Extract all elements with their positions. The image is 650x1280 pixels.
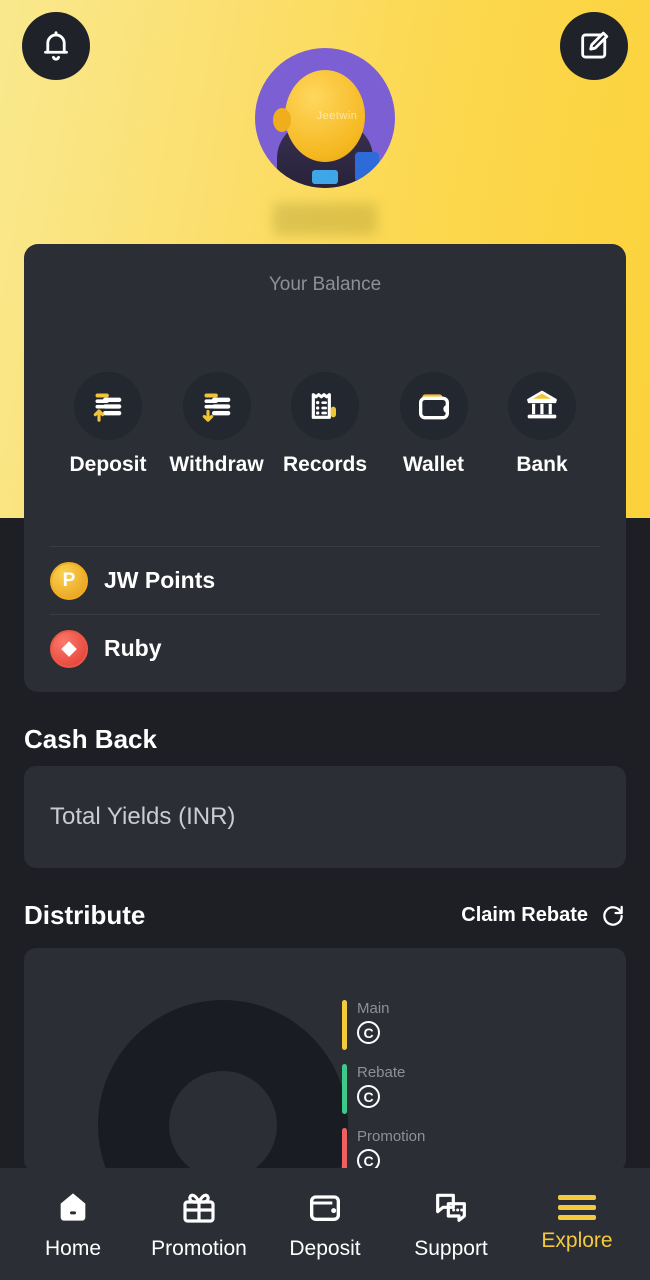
- coin-row-jw-points[interactable]: P JW Points: [50, 546, 600, 614]
- action-records-label: Records: [282, 453, 368, 476]
- avatar-badge: [312, 170, 338, 184]
- avatar-device: [355, 152, 379, 182]
- chart-legend: Main C Rebate C Promotion C: [342, 1000, 425, 1172]
- nav-item-support[interactable]: Support: [392, 1188, 510, 1261]
- legend-label: Promotion: [357, 1128, 426, 1145]
- gift-icon: [183, 1193, 215, 1223]
- action-deposit-icon-wrap: [74, 372, 142, 440]
- action-withdraw[interactable]: Withdraw: [169, 372, 264, 477]
- currency-icon: C: [357, 1085, 380, 1108]
- action-deposit[interactable]: Deposit: [62, 372, 154, 477]
- cashback-title: Cash Back: [24, 724, 157, 754]
- legend-text-main: Main C: [357, 1000, 390, 1050]
- money-stack-up-icon: [93, 393, 122, 422]
- legend-label: Main: [357, 1000, 390, 1017]
- wallet-icon: [418, 394, 449, 420]
- nav-label: Support: [414, 1236, 488, 1260]
- bank-icon: [527, 390, 557, 419]
- action-withdraw-icon-wrap: [182, 372, 251, 440]
- action-wallet[interactable]: Wallet: [388, 372, 480, 477]
- edit-profile-icon: [581, 31, 609, 59]
- chat-icon: [436, 1193, 466, 1222]
- action-bank-label: Bank: [516, 453, 568, 476]
- nav-label: Promotion: [151, 1236, 247, 1260]
- nav-label: Home: [44, 1236, 102, 1260]
- total-yields-box[interactable]: Total Yields (INR): [24, 766, 626, 868]
- profile-screen: Jeetwin Your Balance Deposit Withdraw Re…: [0, 0, 650, 1280]
- menu-line: [558, 1215, 596, 1220]
- notifications-button[interactable]: [22, 12, 90, 80]
- quick-actions: Deposit Withdraw Records Wallet Bank: [24, 296, 626, 477]
- distribute-title: Distribute: [24, 900, 146, 930]
- bell-icon: [44, 31, 68, 61]
- nav-item-deposit[interactable]: Deposit: [266, 1188, 384, 1261]
- balance-title: Your Balance: [268, 274, 382, 295]
- action-bank-icon-wrap: [508, 372, 576, 440]
- menu-line: [558, 1205, 596, 1210]
- username-masked: [273, 203, 377, 235]
- menu-line: [558, 1195, 596, 1200]
- distribute-chart-card: Main C Rebate C Promotion C: [24, 948, 626, 1172]
- legend-label: Rebate: [357, 1064, 406, 1081]
- nav-item-explore[interactable]: Explore: [518, 1195, 636, 1253]
- money-stack-down-icon: [202, 393, 230, 422]
- legend-swatch-promotion: [342, 1128, 347, 1172]
- coin-label: Ruby: [104, 635, 162, 661]
- coin-balance-list: P JW Points ◆ Ruby: [50, 546, 600, 682]
- wallet-icon: [310, 1194, 340, 1221]
- home-icon: [60, 1192, 86, 1221]
- legend-item-main[interactable]: Main C: [342, 1000, 425, 1050]
- legend-swatch-main: [342, 1000, 347, 1050]
- ruby-gem-icon: ◆: [50, 629, 88, 668]
- coin-label: JW Points: [104, 567, 216, 593]
- claim-rebate-button[interactable]: Claim Rebate: [461, 903, 626, 929]
- refresh-icon: [603, 905, 623, 926]
- legend-item-rebate[interactable]: Rebate C: [342, 1064, 425, 1114]
- coin-row-ruby[interactable]: ◆ Ruby: [50, 614, 600, 682]
- edit-profile-button[interactable]: [560, 12, 628, 80]
- action-withdraw-label: Withdraw: [169, 453, 264, 476]
- nav-item-home[interactable]: Home: [14, 1188, 132, 1261]
- claim-rebate-label: Claim Rebate: [461, 904, 588, 926]
- distribute-donut-chart: [98, 1000, 348, 1172]
- currency-icon: C: [357, 1021, 380, 1044]
- nav-item-promotion[interactable]: Promotion: [140, 1188, 258, 1261]
- receipt-icon: [311, 393, 336, 419]
- avatar[interactable]: Jeetwin: [255, 48, 395, 188]
- legend-item-promotion[interactable]: Promotion C: [342, 1128, 425, 1172]
- avatar-logo-text: Jeetwin: [316, 109, 358, 122]
- nav-label: Explore: [541, 1229, 613, 1252]
- action-wallet-label: Wallet: [402, 453, 465, 476]
- distribute-header: Distribute Claim Rebate: [24, 900, 626, 931]
- avatar-headphone-icon: [273, 108, 291, 132]
- bottom-navigation: Home Promotion Deposit Support Explore: [0, 1168, 650, 1280]
- legend-swatch-rebate: [342, 1064, 347, 1114]
- balance-card: Your Balance Deposit Withdraw Records Wa…: [24, 244, 626, 692]
- total-yields-label: Total Yields (INR): [50, 803, 236, 830]
- action-bank[interactable]: Bank: [496, 372, 588, 477]
- action-wallet-icon-wrap: [399, 372, 468, 440]
- menu-icon: [558, 1195, 596, 1220]
- action-records-icon-wrap: [291, 372, 359, 440]
- nav-label: Deposit: [289, 1236, 361, 1260]
- action-deposit-label: Deposit: [69, 453, 147, 476]
- action-records[interactable]: Records: [279, 372, 371, 477]
- jw-points-coin-icon: P: [50, 561, 88, 600]
- legend-text-promotion: Promotion C: [357, 1128, 425, 1172]
- legend-text-rebate: Rebate C: [357, 1064, 405, 1114]
